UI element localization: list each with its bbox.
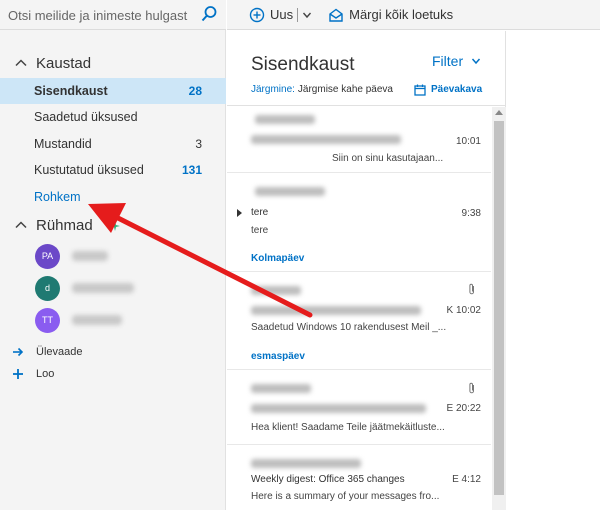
message-subject: tere	[251, 207, 269, 218]
more-label: Rohkem	[34, 190, 81, 204]
message-preview: Here is a summary of your messages fro..…	[251, 491, 440, 502]
folder-item-sent[interactable]: Saadetud üksused	[0, 104, 226, 130]
subject-redacted	[251, 135, 401, 144]
message-preview: Siin on sinu kasutajaan...	[332, 153, 444, 164]
group-name-redacted	[72, 315, 122, 325]
message-item[interactable]: K 10:02 Saadetud Windows 10 rakendusest …	[227, 272, 491, 340]
calendar-icon	[414, 84, 426, 96]
subject-redacted	[251, 306, 421, 315]
plus-icon	[13, 369, 23, 379]
chevron-up-icon	[15, 221, 27, 229]
envelope-open-icon	[329, 8, 343, 22]
agenda-label: Järgmine:	[251, 84, 295, 95]
expand-conversation-icon[interactable]	[237, 209, 242, 217]
mark-all-read-button[interactable]: Märgi kõik loetuks	[328, 7, 453, 23]
message-item[interactable]: E 20:22 Hea klient! Saadame Teile jäätme…	[227, 370, 491, 438]
folder-pane: Kaustad Sisendkaust 28 Saadetud üksused …	[0, 0, 226, 510]
group-avatar: TT	[35, 307, 60, 333]
message-preview: Saadetud Windows 10 rakendusest Meil _..…	[251, 322, 447, 333]
folder-name: Sisendkaust	[34, 84, 108, 98]
mark-all-read-label: Märgi kõik loetuks	[349, 7, 454, 22]
sender-redacted	[251, 286, 301, 295]
day-header: Kolmapäev	[251, 253, 305, 264]
toolbar-separator	[297, 7, 299, 22]
message-item[interactable]: 10:01 Siin on sinu kasutajaan...	[227, 107, 491, 172]
sender-redacted	[255, 115, 315, 124]
search-input[interactable]	[8, 6, 193, 24]
sender-redacted	[251, 384, 311, 393]
message-time: K 10:02	[446, 305, 481, 316]
day-header: esmaspäev	[251, 351, 305, 362]
agenda-calendar-link[interactable]: Päevakava	[414, 84, 482, 96]
search-icon[interactable]	[200, 5, 218, 23]
new-message-button[interactable]: Uus	[249, 7, 293, 23]
message-time: 9:38	[461, 208, 481, 219]
message-preview: Hea klient! Saadame Teile jäätmekäitlust…	[251, 422, 445, 433]
scrollbar[interactable]	[492, 107, 506, 510]
paperclip-icon	[469, 382, 474, 394]
chevron-down-icon[interactable]	[302, 10, 312, 20]
group-item[interactable]: TT	[0, 305, 226, 335]
agenda-bar: Järgmine: Järgmise kahe päeva Päevakava	[251, 84, 506, 96]
arrow-right-icon	[13, 347, 24, 357]
reading-pane	[507, 31, 600, 510]
message-time: E 4:12	[452, 474, 481, 485]
calendar-label: Päevakava	[431, 84, 483, 95]
message-subject: Weekly digest: Office 365 changes	[251, 474, 405, 485]
scroll-up-icon[interactable]	[495, 110, 503, 115]
folder-item-deleted[interactable]: Kustutatud üksused 131	[0, 157, 226, 183]
folder-item-inbox[interactable]: Sisendkaust 28	[0, 78, 226, 104]
overview-label: Ülevaade	[36, 346, 83, 358]
plus-circle-icon	[249, 7, 265, 22]
list-title: Sisendkaust	[251, 54, 355, 75]
chevron-up-icon	[15, 59, 27, 67]
message-item[interactable]: tere 9:38 tere	[227, 173, 491, 238]
filter-button[interactable]: Filter	[432, 53, 481, 69]
unread-count: 28	[188, 84, 202, 98]
paperclip-icon	[469, 283, 474, 295]
agenda-text: Järgmise kahe päeva	[297, 84, 393, 95]
group-item[interactable]: d	[0, 273, 226, 303]
folder-name: Mustandid	[34, 137, 92, 151]
message-preview: tere	[251, 225, 269, 236]
folder-name: Kustutatud üksused	[34, 163, 144, 177]
groups-heading-label: Rühmad	[36, 216, 93, 234]
sparkle-icon	[110, 221, 120, 231]
new-label: Uus	[270, 7, 294, 22]
create-label: Loo	[36, 368, 55, 380]
item-count: 3	[195, 137, 202, 151]
folders-heading-label: Kaustad	[36, 54, 92, 72]
message-item[interactable]: Weekly digest: Office 365 changes E 4:12…	[227, 445, 491, 510]
scrollbar-thumb[interactable]	[494, 121, 504, 495]
message-time: E 20:22	[446, 403, 481, 414]
search-bar	[0, 0, 226, 30]
create-group-link[interactable]: Loo	[0, 364, 226, 384]
subject-redacted	[251, 404, 426, 413]
message-time: 10:01	[455, 136, 481, 147]
overview-link[interactable]: Ülevaade	[0, 342, 226, 362]
folders-heading[interactable]: Kaustad	[0, 51, 226, 75]
command-bar: Uus Märgi kõik loetuks	[227, 0, 600, 30]
group-name-redacted	[72, 251, 108, 261]
new-group-badge[interactable]	[110, 219, 150, 233]
chevron-down-icon	[472, 58, 481, 65]
filter-label: Filter	[432, 53, 464, 69]
divider	[227, 105, 506, 106]
folder-item-drafts[interactable]: Mustandid 3	[0, 131, 226, 157]
group-avatar: PA	[35, 243, 60, 269]
unread-count: 131	[181, 163, 202, 177]
sender-redacted	[255, 187, 325, 196]
group-item[interactable]: PA	[0, 241, 226, 271]
group-name-redacted	[72, 283, 134, 293]
message-list: Sisendkaust Filter Järgmine: Järgmise ka…	[227, 31, 506, 510]
sender-redacted	[251, 459, 361, 468]
folder-name: Saadetud üksused	[34, 110, 138, 124]
more-folders-link[interactable]: Rohkem	[0, 184, 226, 210]
group-avatar: d	[35, 275, 60, 301]
